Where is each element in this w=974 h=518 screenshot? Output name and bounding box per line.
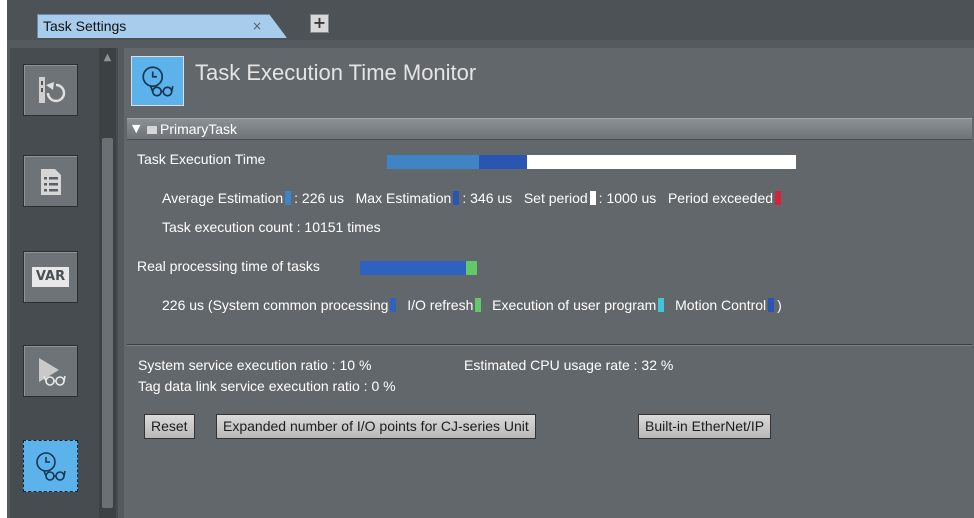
sidebar-scrollbar[interactable]: ▲ xyxy=(99,48,116,518)
expand-triangle-icon[interactable]: ▼ xyxy=(132,122,140,135)
period-exceeded-swatch xyxy=(775,191,782,205)
max-estimation-label: Max Estimation xyxy=(355,190,452,206)
set-period-bar xyxy=(527,155,796,169)
play-glasses-icon xyxy=(39,358,66,386)
sidebar-item-variables[interactable]: VAR xyxy=(23,251,78,303)
scroll-up-arrow-icon[interactable]: ▲ xyxy=(101,52,114,64)
primary-task-section-header[interactable]: ▼ PrimaryTask xyxy=(127,118,972,140)
tab-bar: Task Settings × + xyxy=(7,0,974,40)
io-refresh-bar xyxy=(466,261,477,275)
motion-control-swatch xyxy=(768,298,775,312)
tag-data-link-ratio: Tag data link service execution ratio : … xyxy=(138,378,396,394)
processing-close-paren: ) xyxy=(777,297,782,313)
sidebar-item-program-assignment[interactable] xyxy=(23,345,78,397)
var-icon: VAR xyxy=(32,267,69,287)
clock-glasses-icon xyxy=(36,452,66,481)
close-icon[interactable]: × xyxy=(252,19,262,33)
cpu-usage-rate: Estimated CPU usage rate : 32 % xyxy=(464,357,674,373)
reset-button[interactable]: Reset xyxy=(144,414,195,439)
divider-highlight xyxy=(127,345,972,346)
set-period-value: : 1000 us xyxy=(598,190,657,206)
task-execution-count: Task execution count : 10151 times xyxy=(162,219,381,235)
section-label: PrimaryTask xyxy=(160,121,238,137)
set-period-swatch xyxy=(589,191,596,205)
ethernet-ip-button[interactable]: Built-in EtherNet/IP xyxy=(638,414,772,439)
sidebar-item-task-execution-time-monitor[interactable] xyxy=(23,440,78,492)
clock-glasses-icon xyxy=(131,56,184,106)
processing-legend: 226 us (System common processing I/O ref… xyxy=(162,297,782,313)
processing-total: 226 us ( xyxy=(162,297,213,313)
max-estimation-bar xyxy=(479,155,527,169)
sidebar-item-task-setup[interactable] xyxy=(23,64,78,116)
average-estimation-label: Average Estimation xyxy=(162,190,284,206)
page-title: Task Execution Time Monitor xyxy=(195,60,477,85)
average-estimation-bar xyxy=(387,155,479,169)
user-program-swatch xyxy=(658,298,665,312)
folder-icon xyxy=(147,126,157,134)
tab-title: Task Settings xyxy=(43,18,127,34)
set-period-label: Set period xyxy=(523,190,588,206)
user-program-label: Execution of user program xyxy=(492,297,657,313)
task-settings-window: Task Settings × + VAR ▲ Task Execution T… xyxy=(7,0,974,518)
system-processing-label: System common processing xyxy=(212,297,389,313)
real-processing-label: Real processing time of tasks xyxy=(137,258,320,274)
tab-task-settings[interactable]: Task Settings × xyxy=(37,14,287,38)
average-estimation-swatch xyxy=(285,191,292,205)
io-refresh-label: I/O refresh xyxy=(407,297,474,313)
sidebar-item-settings-list[interactable] xyxy=(23,155,78,207)
io-refresh-swatch xyxy=(475,298,482,312)
max-estimation-swatch xyxy=(453,191,460,205)
add-tab-icon[interactable]: + xyxy=(310,14,329,33)
task-execution-time-label: Task Execution Time xyxy=(137,151,266,167)
average-estimation-value: : 226 us xyxy=(294,190,344,206)
expanded-io-button[interactable]: Expanded number of I/O points for CJ-ser… xyxy=(216,414,536,439)
max-estimation-value: : 346 us xyxy=(462,190,513,206)
list-document-icon xyxy=(41,169,61,195)
system-service-ratio: System service execution ratio : 10 % xyxy=(138,357,372,373)
sidebar: VAR ▲ xyxy=(10,48,118,518)
period-exceeded-label: Period exceeded xyxy=(667,190,774,206)
motion-control-label: Motion Control xyxy=(675,297,767,313)
scrollbar-thumb[interactable] xyxy=(102,138,113,508)
estimation-legend: Average Estimation : 226 us Max Estimatio… xyxy=(162,190,784,206)
system-processing-swatch xyxy=(390,298,397,312)
monitor-panel: Task Execution Time Monitor ▼ PrimaryTas… xyxy=(124,48,974,518)
system-processing-bar xyxy=(360,261,466,275)
task-restart-icon xyxy=(39,77,66,103)
